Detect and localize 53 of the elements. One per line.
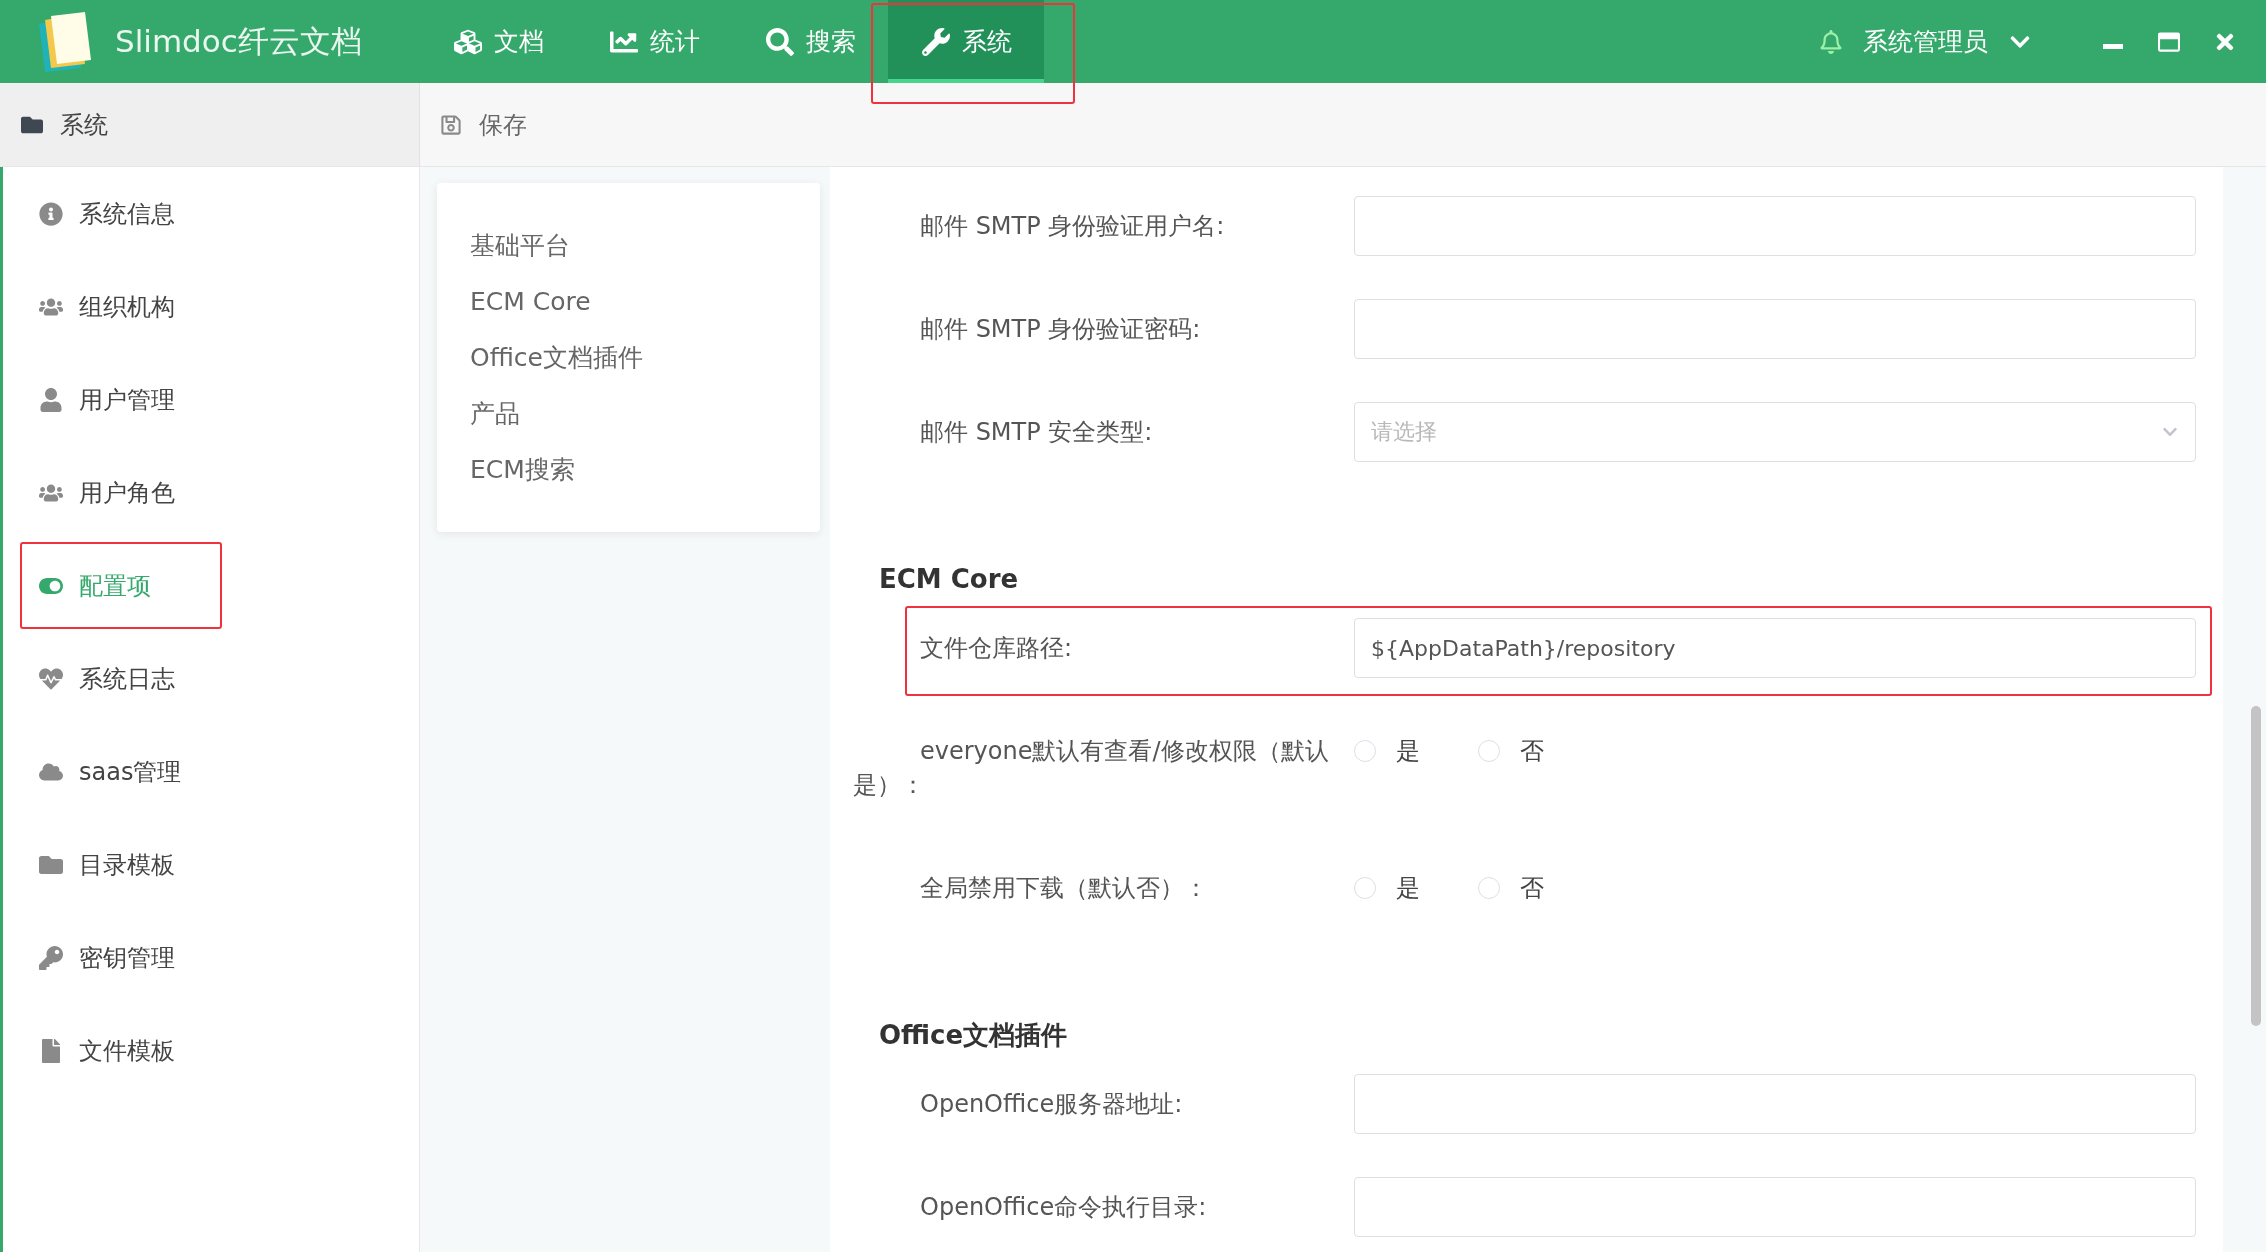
radio-label: 是 bbox=[1396, 736, 1420, 767]
sidebar-icon bbox=[37, 666, 65, 691]
sidebar-icon bbox=[37, 945, 65, 970]
sidebar-item[interactable]: 目录模板 bbox=[3, 818, 419, 911]
scrollbar-thumb[interactable] bbox=[2251, 706, 2261, 1026]
app-title: Slimdoc纤云文档 bbox=[115, 21, 362, 61]
nav-icon bbox=[452, 27, 484, 56]
radio-option[interactable]: 是 bbox=[1354, 872, 1420, 904]
sidebar-icon bbox=[37, 201, 65, 226]
anchor-link[interactable]: ECM搜索 bbox=[470, 449, 575, 491]
save-button[interactable]: 保存 bbox=[437, 83, 527, 166]
anchor-link[interactable]: Office文档插件 bbox=[470, 337, 643, 379]
radio-label: 否 bbox=[1520, 736, 1544, 767]
text-input-field[interactable] bbox=[1354, 196, 2196, 256]
radio-label: 是 bbox=[1396, 873, 1420, 904]
field-label: 全局禁用下载（默认否）： bbox=[919, 873, 1209, 904]
text-input-field[interactable] bbox=[1354, 1177, 2196, 1237]
field-label: 邮件 SMTP 安全类型: bbox=[919, 417, 1154, 448]
nav-icon bbox=[764, 27, 796, 56]
sidebar-item[interactable]: saas管理 bbox=[3, 725, 419, 818]
nav-tab[interactable]: 系统 bbox=[888, 0, 1044, 83]
nav-icon bbox=[920, 27, 952, 56]
field-label: OpenOffice命令执行目录: bbox=[919, 1192, 1208, 1223]
field-label: everyone默认有查看/修改权限（默认是）： bbox=[853, 736, 1330, 801]
radio-circle[interactable] bbox=[1354, 877, 1376, 899]
radio-option[interactable]: 否 bbox=[1478, 872, 1544, 904]
anchor-link[interactable]: 产品 bbox=[470, 393, 520, 435]
anchor-link[interactable]: 基础平台 bbox=[470, 225, 570, 267]
sidebar-item[interactable]: 密钥管理 bbox=[3, 911, 419, 1004]
field-label: 邮件 SMTP 身份验证用户名: bbox=[919, 211, 1226, 242]
maximize-icon bbox=[2158, 30, 2180, 53]
radio-circle[interactable] bbox=[1478, 877, 1500, 899]
radio-label: 否 bbox=[1520, 873, 1544, 904]
field-label: 邮件 SMTP 身份验证密码: bbox=[919, 314, 1202, 345]
radio-option[interactable]: 否 bbox=[1478, 735, 1544, 767]
section-title: Office文档插件 bbox=[878, 1019, 1069, 1052]
text-input-field[interactable] bbox=[1354, 299, 2196, 359]
sidebar-item[interactable]: 用户管理 bbox=[3, 353, 419, 446]
radio-circle[interactable] bbox=[1354, 740, 1376, 762]
sidebar-item[interactable]: 系统日志 bbox=[3, 632, 419, 725]
sidebar-item[interactable]: 组织机构 bbox=[3, 260, 419, 353]
radio-option[interactable]: 是 bbox=[1354, 735, 1420, 767]
sidebar-item[interactable]: 用户角色 bbox=[3, 446, 419, 539]
sidebar-item[interactable]: 文件模板 bbox=[3, 1004, 419, 1097]
field-label: OpenOffice服务器地址: bbox=[919, 1089, 1184, 1120]
sidebar-item[interactable]: 系统信息 bbox=[3, 167, 419, 260]
radio-circle[interactable] bbox=[1478, 740, 1500, 762]
anchor-link[interactable]: ECM Core bbox=[470, 281, 591, 323]
breadcrumb-label: 系统 bbox=[60, 109, 108, 141]
field-label: 文件仓库路径: bbox=[919, 633, 1074, 664]
text-input-field[interactable]: ${AppDataPath}/repository bbox=[1354, 618, 2196, 678]
section-title: ECM Core bbox=[878, 563, 1020, 596]
text-input-field[interactable] bbox=[1354, 1074, 2196, 1134]
